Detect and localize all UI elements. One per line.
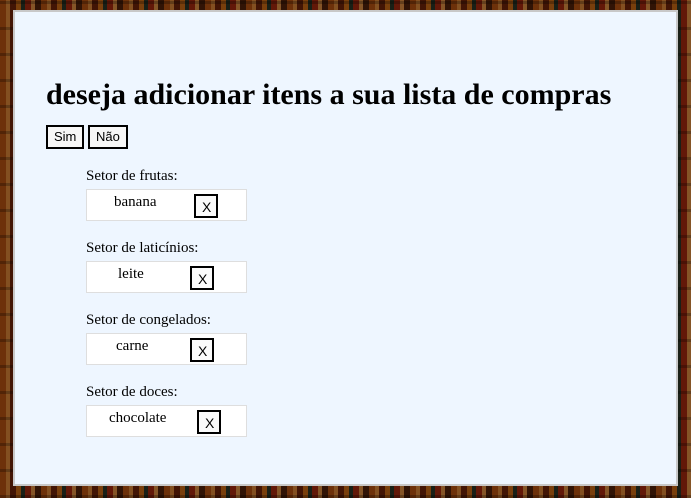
list-item-congelados: carne X xyxy=(86,333,247,365)
no-button[interactable]: Não xyxy=(88,125,128,149)
list-item-laticinios: leite X xyxy=(86,261,247,293)
sector-label-doces: Setor de doces: xyxy=(86,384,178,400)
remove-item-button[interactable]: X xyxy=(194,194,218,218)
page-title: deseja adicionar itens a sua lista de co… xyxy=(46,78,612,111)
sector-label-congelados: Setor de congelados: xyxy=(86,312,211,328)
sector-label-frutas: Setor de frutas: xyxy=(86,168,178,184)
list-item-frutas: banana X xyxy=(86,189,247,221)
remove-item-button[interactable]: X xyxy=(197,410,221,434)
yes-button[interactable]: Sim xyxy=(46,125,85,149)
remove-item-button[interactable]: X xyxy=(190,338,214,362)
sector-label-laticinios: Setor de laticínios: xyxy=(86,240,199,256)
shopping-list-panel: deseja adicionar itens a sua lista de co… xyxy=(13,10,678,486)
item-name: chocolate xyxy=(109,410,167,426)
list-item-doces: chocolate X xyxy=(86,405,247,437)
item-name: leite xyxy=(118,266,144,282)
remove-item-button[interactable]: X xyxy=(190,266,214,290)
item-name: banana xyxy=(114,194,157,210)
item-name: carne xyxy=(116,338,149,354)
